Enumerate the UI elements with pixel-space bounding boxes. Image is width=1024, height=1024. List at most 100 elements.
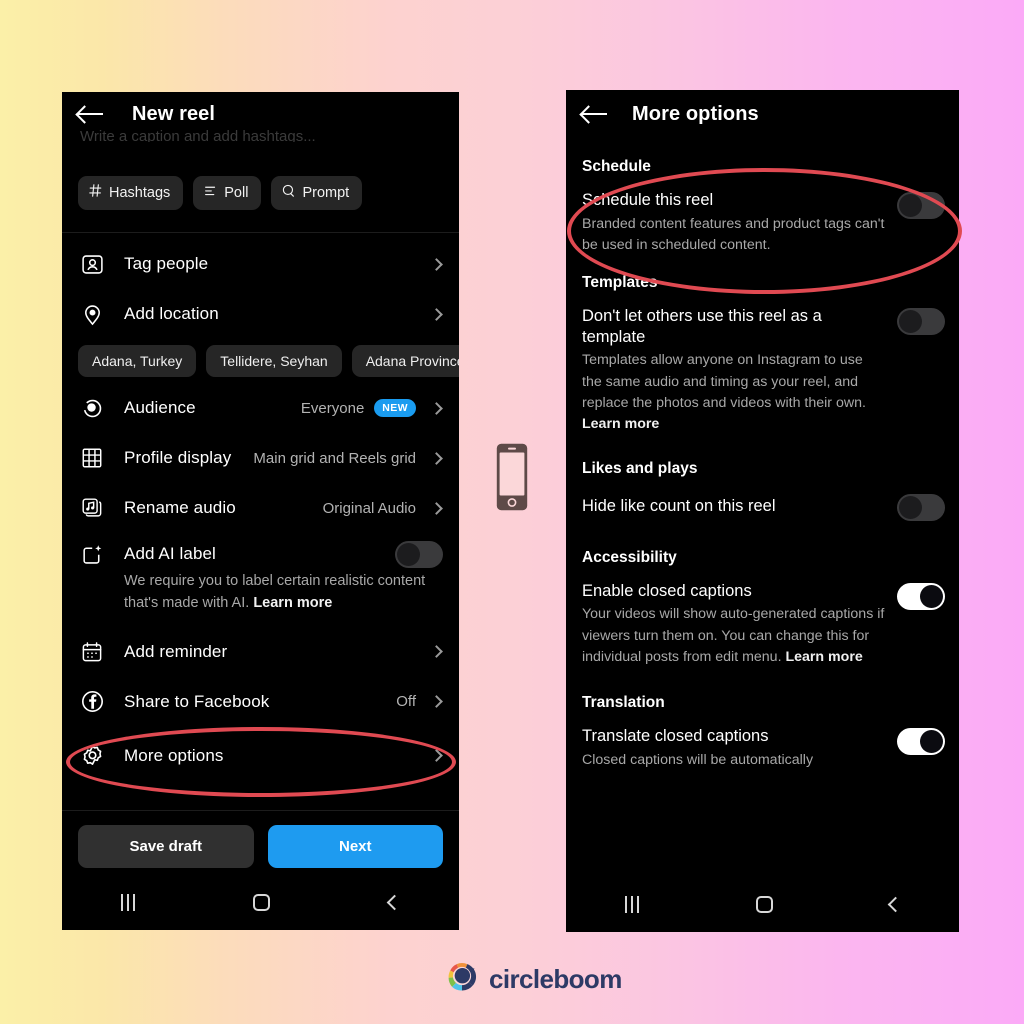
hashtags-chip[interactable]: Hashtags	[78, 176, 184, 210]
row-share-to-facebook-value: Off	[396, 693, 416, 710]
row-add-reminder[interactable]: Add reminder	[62, 627, 459, 677]
row-audience-label: Audience	[124, 398, 196, 417]
option-description: Templates allow anyone on Instagram to u…	[582, 350, 885, 435]
row-audience[interactable]: Audience Everyone NEW	[62, 383, 459, 433]
row-tag-people[interactable]: Tag people	[62, 239, 459, 289]
option-title: Enable closed captions	[582, 581, 752, 600]
location-chip[interactable]: Adana, Turkey	[78, 345, 197, 377]
chevron-right-icon	[430, 645, 443, 658]
audience-eye-icon	[78, 395, 106, 421]
prompt-icon	[282, 184, 295, 201]
gear-icon	[78, 743, 106, 769]
row-add-ai-label-text: Add AI label	[124, 544, 216, 563]
captions-learn-more-link[interactable]: Learn more	[785, 649, 862, 665]
status-badge: NEW	[374, 399, 416, 417]
option-description: Closed captions will be automatically	[582, 751, 814, 768]
row-more-options[interactable]: More options	[62, 731, 459, 781]
ai-sparkle-icon	[78, 541, 106, 567]
page-title: More options	[632, 102, 759, 125]
ai-label-toggle[interactable]	[395, 540, 443, 568]
phone-screen-new-reel: New reel Write a caption and add hashtag…	[62, 92, 459, 930]
back-icon[interactable]	[887, 896, 903, 912]
poll-chip-label: Poll	[224, 184, 249, 201]
back-arrow-icon[interactable]	[76, 103, 106, 125]
page-title: New reel	[132, 102, 216, 125]
next-button[interactable]: Next	[267, 825, 443, 868]
row-add-ai-label[interactable]: Add AI label	[62, 533, 459, 575]
location-suggestions: Adana, Turkey Tellidere, Seyhan Adana Pr…	[62, 339, 459, 383]
schedule-toggle-wrap	[897, 190, 945, 219]
row-tag-people-label: Tag people	[124, 254, 209, 273]
hashtags-chip-label: Hashtags	[109, 184, 171, 201]
android-nav-bar-right	[566, 876, 959, 932]
option-description: Your videos will show auto-generated cap…	[582, 604, 885, 668]
row-audience-value: Everyone	[300, 399, 365, 417]
music-note-icon	[78, 495, 106, 521]
save-draft-button[interactable]: Save draft	[78, 825, 254, 868]
option-enable-closed-captions[interactable]: Enable closed captions Your videos will …	[566, 573, 959, 669]
phone-screen-more-options: More options Schedule Schedule this reel…	[566, 90, 959, 932]
section-divider	[62, 232, 459, 233]
back-icon[interactable]	[386, 894, 403, 910]
ai-label-learn-more-link[interactable]: Learn more	[253, 595, 332, 611]
section-title-schedule: Schedule	[582, 158, 651, 175]
row-share-to-facebook[interactable]: Share to Facebook Off	[62, 677, 459, 727]
section-title-translation: Translation	[582, 694, 665, 712]
location-pin-icon	[78, 301, 106, 327]
chevron-right-icon	[430, 257, 443, 271]
tag-people-icon	[78, 251, 106, 277]
option-title: Don't let others use this reel as a temp…	[582, 307, 822, 346]
option-template-block[interactable]: Don't let others use this reel as a temp…	[566, 298, 959, 435]
option-schedule-this-reel[interactable]: Schedule this reel Branded content featu…	[566, 182, 959, 256]
row-share-to-facebook-label: Share to Facebook	[124, 691, 270, 711]
home-icon[interactable]	[755, 895, 773, 913]
hide-like-toggle-wrap	[897, 492, 945, 521]
back-arrow-icon[interactable]	[580, 103, 610, 125]
action-bar: Save draft Next	[62, 810, 459, 868]
row-more-options-label: More options	[124, 745, 224, 765]
row-profile-display-value: Main grid and Reels grid	[253, 449, 416, 467]
poll-icon	[204, 184, 217, 201]
circleboom-logo-icon	[443, 958, 481, 1001]
row-profile-display[interactable]: Profile display Main grid and Reels grid	[62, 433, 459, 483]
caption-tools-row: Hashtags Poll Prompt	[62, 142, 459, 210]
option-translate-closed-captions[interactable]: Translate closed captions Closed caption…	[566, 718, 959, 771]
caption-input[interactable]: Write a caption and add hashtags...	[62, 128, 459, 142]
hashtag-icon	[89, 184, 102, 201]
prompt-chip[interactable]: Prompt	[271, 176, 363, 210]
hide-like-count-toggle[interactable]	[897, 493, 945, 521]
location-chip[interactable]: Tellidere, Seyhan	[206, 345, 342, 377]
row-rename-audio-value: Original Audio	[322, 499, 416, 517]
translate-closed-captions-toggle[interactable]	[897, 728, 945, 756]
translate-toggle-wrap	[897, 726, 945, 756]
enable-closed-captions-toggle[interactable]	[897, 582, 945, 610]
templates-learn-more-link[interactable]: Learn more	[582, 416, 659, 432]
captions-toggle-wrap	[897, 581, 945, 610]
option-title: Translate closed captions	[582, 727, 769, 746]
section-title-accessibility: Accessibility	[582, 548, 677, 566]
option-hide-like-count[interactable]: Hide like count on this reel	[566, 484, 959, 521]
location-chip[interactable]: Adana Province	[351, 345, 459, 377]
poll-chip[interactable]: Poll	[193, 176, 262, 210]
section-title-likes-and-plays: Likes and plays	[582, 459, 698, 477]
row-profile-display-label: Profile display	[124, 448, 232, 467]
row-add-location[interactable]: Add location	[62, 289, 459, 339]
brand-logo: circleboom	[443, 958, 622, 1001]
prompt-chip-label: Prompt	[302, 184, 350, 201]
option-description: Branded content features and product tag…	[582, 215, 885, 253]
schedule-this-reel-toggle[interactable]	[897, 192, 945, 219]
calendar-icon	[78, 639, 106, 665]
row-rename-audio-label: Rename audio	[124, 498, 236, 517]
brand-name: circleboom	[489, 964, 622, 994]
template-toggle-wrap	[897, 306, 945, 336]
row-add-reminder-label: Add reminder	[124, 641, 228, 661]
recents-icon[interactable]	[624, 895, 639, 913]
chevron-right-icon	[430, 307, 443, 321]
template-block-toggle[interactable]	[897, 308, 945, 336]
row-rename-audio[interactable]: Rename audio Original Audio	[62, 483, 459, 533]
row-add-location-label: Add location	[124, 304, 219, 323]
android-nav-bar-left	[62, 874, 459, 930]
chevron-right-icon	[430, 501, 443, 515]
recents-icon[interactable]	[121, 893, 136, 911]
home-icon[interactable]	[253, 893, 271, 911]
